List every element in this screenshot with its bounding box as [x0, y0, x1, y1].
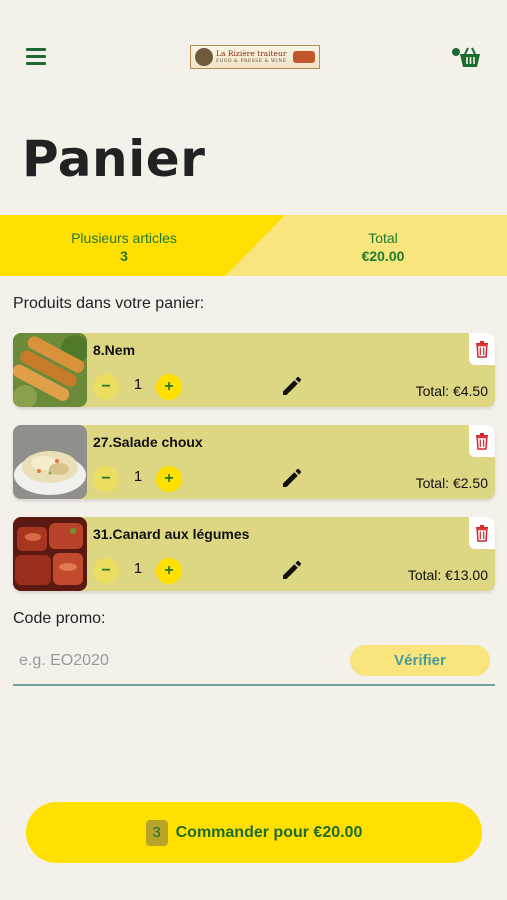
promo-code-input[interactable] [13, 643, 343, 679]
delete-item-button[interactable] [469, 517, 495, 549]
logo-text: La Rizière traiteur [216, 49, 287, 58]
item-name: 31.Canard aux légumes [93, 526, 250, 542]
edit-item-button[interactable] [280, 558, 304, 582]
edit-item-button[interactable] [280, 374, 304, 398]
hamburger-menu-icon [26, 48, 46, 51]
decrease-quantity-button[interactable]: − [93, 558, 119, 584]
cart-button[interactable] [452, 46, 482, 70]
delete-item-button[interactable] [469, 333, 495, 365]
logo: La Rizière traiteur FOOD & PRESSE & WINE [190, 45, 320, 69]
product-image-canard [13, 517, 87, 591]
cart-icon [460, 47, 480, 67]
product-image-nem [13, 333, 87, 407]
cart-item: 8.Nem − 1 + Total: €4.50 [13, 333, 495, 407]
total-value: €20.00 [361, 248, 405, 264]
increase-quantity-button[interactable]: + [156, 558, 182, 584]
logo-dish-icon [293, 51, 315, 63]
cart-section-label: Produits dans votre panier: [13, 295, 205, 312]
decrease-quantity-button[interactable]: − [93, 466, 119, 492]
decrease-quantity-button[interactable]: − [93, 374, 119, 400]
order-item-count-badge: 3 [145, 819, 168, 846]
promo-code-label: Code promo: [13, 610, 106, 627]
top-bar: La Rizière traiteur FOOD & PRESSE & WINE [0, 0, 507, 110]
promo-input-underline [13, 684, 495, 686]
pencil-icon [283, 468, 302, 487]
cart-item: 27.Salade choux − 1 + Total: €2.50 [13, 425, 495, 499]
trash-icon [476, 524, 488, 542]
page-title: Panier [22, 130, 206, 188]
item-total: Total: €4.50 [415, 383, 488, 399]
item-quantity: 1 [133, 468, 143, 485]
pencil-icon [283, 560, 302, 579]
trash-icon [476, 340, 488, 358]
order-button[interactable]: 3 Commander pour €20.00 [26, 802, 482, 863]
verify-promo-button[interactable]: Vérifier [350, 645, 490, 676]
increase-quantity-button[interactable]: + [156, 466, 182, 492]
edit-item-button[interactable] [280, 466, 304, 490]
articles-label: Plusieurs articles [71, 230, 177, 246]
articles-count: 3 [120, 248, 128, 264]
item-name: 8.Nem [93, 342, 136, 358]
item-total: Total: €13.00 [407, 567, 488, 583]
order-button-label: Commander pour €20.00 [175, 823, 363, 841]
increase-quantity-button[interactable]: + [156, 374, 182, 400]
cart-item: 31.Canard aux légumes − 1 + Total: €13.0… [13, 517, 495, 591]
item-name: 27.Salade choux [93, 434, 203, 450]
delete-item-button[interactable] [469, 425, 495, 457]
item-quantity: 1 [133, 560, 143, 577]
logo-seal-icon [195, 48, 213, 66]
pencil-icon [283, 376, 302, 395]
product-image-salade-choux [13, 425, 87, 499]
cart-summary-bar: Plusieurs articles 3 Total €20.00 [0, 215, 507, 276]
logo-subtext: FOOD & PRESSE & WINE [216, 58, 287, 64]
total-summary: Total €20.00 [313, 229, 453, 265]
total-label: Total [368, 230, 398, 246]
trash-icon [476, 432, 488, 450]
item-quantity: 1 [133, 376, 143, 393]
menu-button[interactable] [26, 48, 46, 66]
articles-summary: Plusieurs articles 3 [54, 229, 194, 265]
item-total: Total: €2.50 [415, 475, 488, 491]
